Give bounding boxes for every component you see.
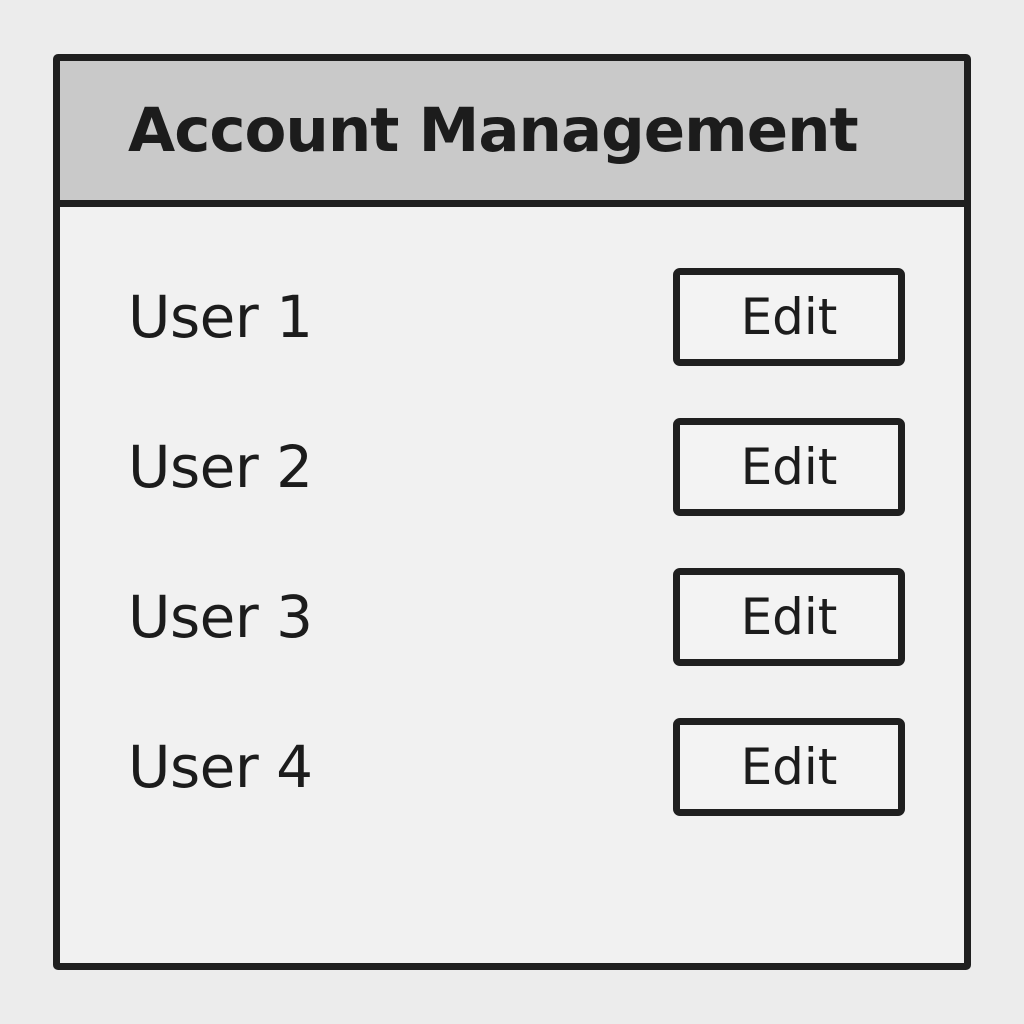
edit-user-button[interactable]: Edit — [673, 418, 905, 516]
list-item: User 3 Edit — [60, 567, 964, 667]
account-management-panel: Account Management User 1 Edit User 2 Ed… — [53, 54, 971, 970]
list-item: User 1 Edit — [60, 267, 964, 367]
edit-user-button[interactable]: Edit — [673, 568, 905, 666]
list-item: User 2 Edit — [60, 417, 964, 517]
user-name: User 3 — [128, 583, 313, 651]
user-name: User 1 — [128, 283, 313, 351]
edit-user-button[interactable]: Edit — [673, 268, 905, 366]
list-item: User 4 Edit — [60, 717, 964, 817]
user-name: User 2 — [128, 433, 313, 501]
page-title: Account Management — [128, 95, 859, 166]
edit-user-button[interactable]: Edit — [673, 718, 905, 816]
user-name: User 4 — [128, 733, 313, 801]
panel-header: Account Management — [60, 61, 964, 207]
